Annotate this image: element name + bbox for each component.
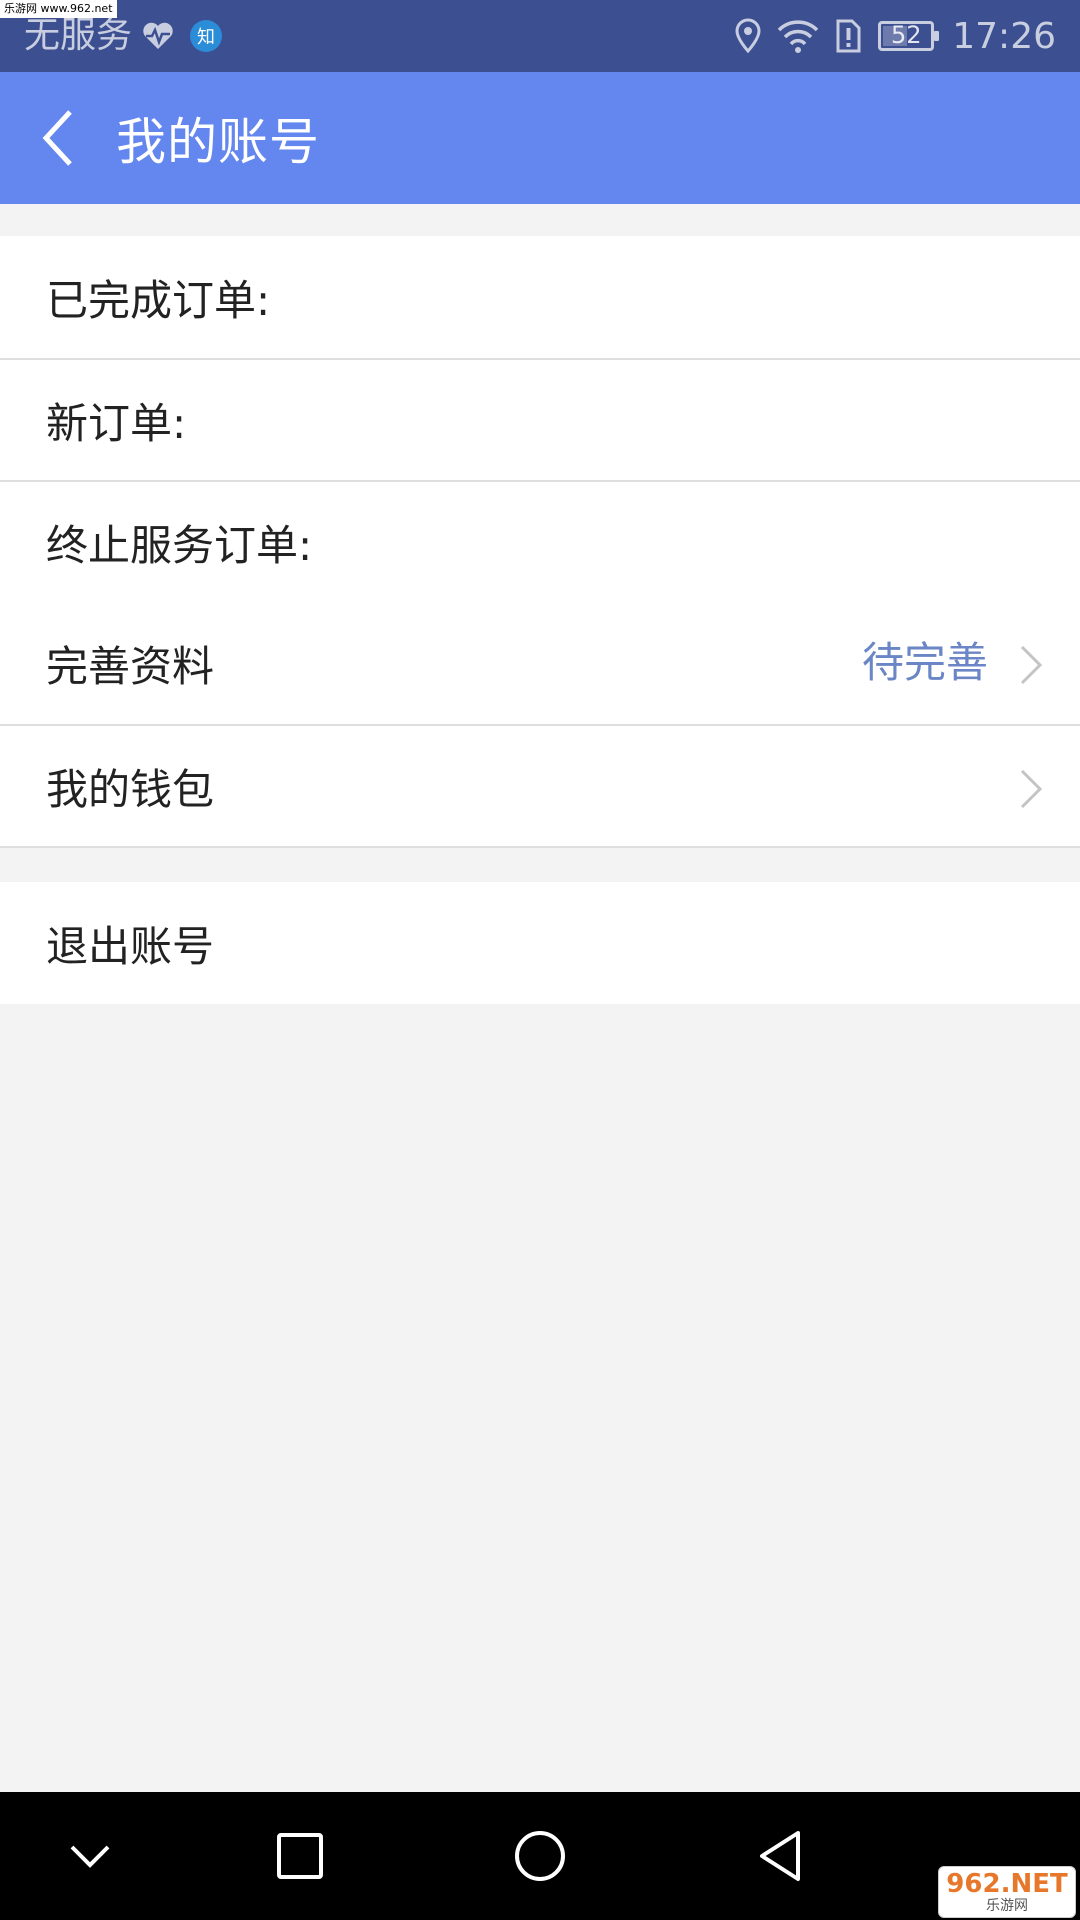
new-orders-row[interactable]: 新订单:: [0, 358, 1080, 480]
terminated-orders-label: 终止服务订单:: [46, 520, 313, 570]
watermark-logo-sub: 乐游网: [986, 1898, 1028, 1914]
hide-nav-button[interactable]: [20, 1792, 160, 1920]
complete-profile-row[interactable]: 完善资料 待完善: [0, 602, 1080, 724]
watermark-top: 乐游网 www.962.net: [0, 0, 117, 18]
recents-button[interactable]: [230, 1792, 370, 1920]
heart-rate-icon: [143, 22, 173, 49]
status-bar: 无服务 知 52 17:26: [0, 0, 1080, 72]
status-right: 52 17:26: [720, 0, 1056, 72]
new-orders-label: 新订单:: [46, 398, 187, 448]
wallet-label: 我的钱包: [46, 764, 215, 814]
square-icon: [277, 1833, 323, 1879]
back-button[interactable]: [0, 72, 116, 204]
navigation-bar: 962.NET 乐游网: [0, 1792, 1080, 1920]
zhihu-badge-icon: 知: [190, 20, 223, 52]
complete-profile-label: 完善资料: [46, 641, 215, 691]
chevron-down-icon: [70, 1845, 110, 1868]
terminated-orders-row[interactable]: 终止服务订单:: [0, 480, 1080, 602]
battery-level-text: 52: [890, 21, 922, 49]
list-divider: [0, 846, 1080, 848]
watermark-logo: 962.NET 乐游网: [938, 1866, 1076, 1918]
watermark-logo-main: 962.NET: [946, 1869, 1068, 1899]
back-arrow-icon: [42, 110, 72, 166]
chevron-right-icon: [1020, 645, 1043, 685]
account-list: 已完成订单: 新订单: 终止服务订单: 完善资料 待完善 我的钱包: [0, 236, 1080, 848]
logout-label: 退出账号: [46, 921, 215, 971]
wifi-icon: [778, 20, 819, 53]
wallet-row[interactable]: 我的钱包: [0, 724, 1080, 846]
back-triangle-icon: [760, 1831, 800, 1881]
toolbar: 我的账号: [0, 72, 1080, 204]
battery-icon: 52: [878, 21, 940, 51]
back-nav-button[interactable]: [710, 1792, 850, 1920]
location-icon: [735, 18, 761, 54]
profile-status-text: 待完善: [861, 638, 988, 687]
sim-alert-icon: [836, 19, 861, 53]
page-title: 我的账号: [116, 113, 320, 171]
chevron-right-icon: [1020, 769, 1043, 809]
home-button[interactable]: [470, 1792, 610, 1920]
completed-orders-row[interactable]: 已完成订单:: [0, 236, 1080, 358]
clock: 17:26: [952, 15, 1056, 57]
completed-orders-label: 已完成订单:: [46, 275, 271, 325]
home-circle-icon: [515, 1831, 565, 1881]
logout-button[interactable]: 退出账号: [0, 882, 1080, 1004]
